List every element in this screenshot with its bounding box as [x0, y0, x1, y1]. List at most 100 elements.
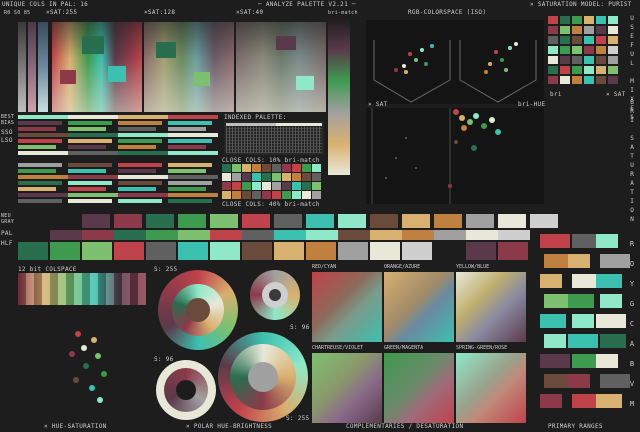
vertical-letter: B — [630, 99, 634, 106]
primary-letter: C — [629, 320, 635, 328]
bias-stripe — [168, 139, 212, 143]
indexed-palette-grid[interactable] — [224, 121, 324, 155]
bias-stripe — [168, 145, 206, 149]
mix-swatch — [572, 46, 582, 54]
vertical-letter: T — [630, 153, 634, 160]
hlf-swatch — [306, 242, 336, 260]
polar-wheel-96b — [156, 360, 216, 420]
vertical-letter: N — [630, 216, 634, 223]
bias-stripe — [118, 163, 162, 167]
pal-top-swatch — [370, 214, 398, 228]
bias-stripe — [18, 181, 62, 185]
color-dot — [69, 351, 75, 357]
close-cols-10-grid — [222, 164, 322, 200]
bias-stripe — [168, 163, 212, 167]
hue-pair-map — [456, 353, 526, 423]
color-dot — [461, 125, 467, 131]
close-col-swatch — [242, 173, 251, 181]
pal-top-swatch — [498, 214, 526, 228]
bias-stripe — [18, 169, 56, 173]
primary-range-band — [600, 374, 630, 388]
complementaries-grid: RED/CYAN ORANGE/AZURE YELLOW/BLUE CHARTREUS… — [312, 264, 532, 423]
close-col-swatch — [252, 173, 261, 181]
primary-letter: O — [629, 260, 635, 268]
gray-ramp — [18, 22, 50, 112]
close-cols-40-label: CLOSE COLS: 40% bri-match — [222, 201, 320, 208]
polar-wheel-96 — [250, 270, 300, 320]
bias-stripe — [118, 151, 168, 155]
close-col-swatch — [272, 182, 281, 190]
primary-range-band — [540, 394, 562, 408]
close-col-swatch — [242, 191, 251, 199]
primary-range-band — [600, 294, 622, 308]
vertical-letter: I — [630, 117, 634, 124]
primary-range-band — [596, 354, 618, 368]
color-dot — [91, 337, 97, 343]
primary-range-band — [544, 334, 566, 348]
color-dot — [500, 58, 504, 62]
primary-range-band — [596, 314, 626, 328]
pal-swatch — [210, 230, 242, 240]
bias-stripe — [68, 145, 106, 149]
pal-top-swatch — [82, 214, 110, 228]
bias-stripe — [68, 163, 112, 167]
sat-scatter-label: × SAT — [368, 101, 388, 108]
pal-top-swatch — [338, 214, 366, 228]
sso-label: SSO — [1, 129, 13, 136]
color-dot — [75, 331, 81, 337]
bias-stripe — [168, 115, 218, 119]
rgb-colorspace-label: RGB-COLORSPACE (ISO) — [408, 9, 487, 16]
pal-swatch — [466, 230, 498, 240]
mix-swatch — [560, 56, 570, 64]
bias-stripe — [118, 169, 156, 173]
primary-letter: M — [629, 400, 635, 408]
mix-swatch — [584, 56, 594, 64]
s96-label-a: S: 96 — [290, 324, 310, 331]
hue-pair-label: RED/CYAN — [312, 264, 337, 270]
bias-stripe — [18, 199, 62, 203]
bias-stripe — [68, 181, 112, 185]
close-col-swatch — [312, 182, 321, 190]
color-dot — [473, 113, 479, 119]
bias-stripe — [168, 199, 212, 203]
mix-swatch — [584, 66, 594, 74]
close-col-swatch — [312, 191, 321, 199]
mix-swatch — [572, 26, 582, 34]
bias-stripe — [118, 175, 168, 179]
bias-stripe — [18, 175, 68, 179]
hlf-swatch — [82, 242, 112, 260]
mix-swatch — [548, 76, 558, 84]
vertical-letter: I — [630, 87, 634, 94]
hlf-swatch — [18, 242, 48, 260]
saturation-model-label[interactable]: × SATURATION MODEL: PURIST — [530, 1, 632, 8]
rgb-colorspace-view — [366, 20, 544, 104]
close-col-swatch — [232, 173, 241, 181]
bias-stripe — [168, 133, 218, 137]
color-dot — [404, 70, 408, 74]
close-col-swatch — [262, 164, 271, 172]
bias-stripe — [68, 193, 118, 197]
mix-swatch — [560, 36, 570, 44]
pal-top-swatch — [434, 214, 462, 228]
mix-swatch — [560, 76, 570, 84]
footer-polar: × POLAR HUE-BRIGHTNESS — [186, 423, 273, 430]
color-dot — [459, 115, 465, 121]
mix-swatch — [548, 46, 558, 54]
primary-range-band — [544, 254, 570, 268]
pal-top-swatch — [210, 214, 238, 228]
mix-swatch — [596, 16, 606, 24]
bias-stripe — [168, 187, 206, 191]
close-col-swatch — [232, 164, 241, 172]
primary-letter: Y — [629, 280, 635, 288]
bias-stripe — [168, 127, 206, 131]
pal-top-swatch — [402, 214, 430, 228]
pal-swatch — [50, 230, 82, 240]
palette-swatch-row[interactable] — [18, 214, 558, 262]
bri-label: bri — [550, 91, 562, 98]
primary-range-band — [572, 314, 594, 328]
bias-stripe — [118, 127, 156, 131]
color-dot — [394, 68, 398, 72]
sat-small-label: R0 S0 85 — [4, 10, 31, 16]
footer-complementaries: COMPLEMENTARIES / DESATURATION — [346, 423, 464, 430]
indexed-palette-title: INDEXED PALETTE: — [224, 114, 287, 121]
